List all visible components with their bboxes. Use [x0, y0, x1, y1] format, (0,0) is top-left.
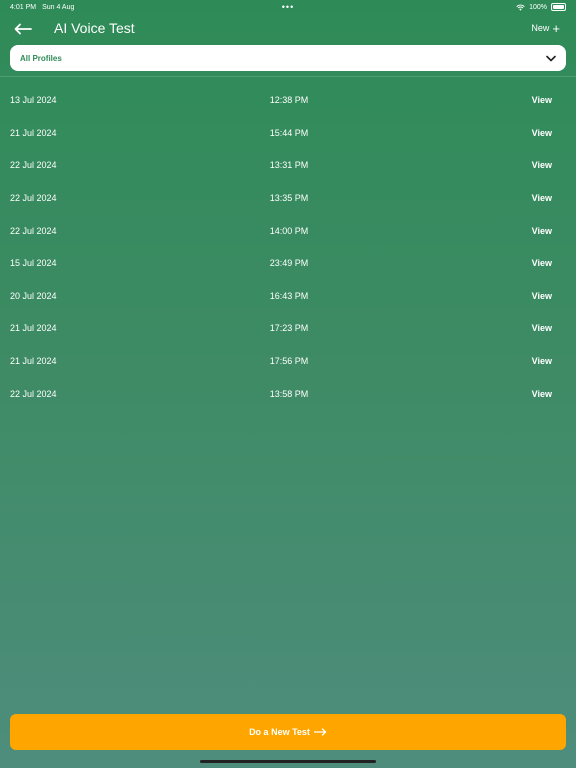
entry-date: 21 Jul 2024: [10, 356, 57, 367]
list-item: 22 Jul 2024 14:00 PM View: [0, 214, 576, 247]
entry-time: 13:35 PM: [269, 193, 309, 204]
back-arrow-icon: [14, 23, 32, 35]
entry-date: 20 Jul 2024: [10, 290, 57, 301]
list-item: 21 Jul 2024 15:44 PM View: [0, 117, 576, 150]
profile-filter-value: All Profiles: [20, 53, 62, 63]
entry-time: 17:56 PM: [269, 356, 309, 367]
list-item: 15 Jul 2024 23:49 PM View: [0, 247, 576, 280]
list-item: 22 Jul 2024 13:31 PM View: [0, 149, 576, 182]
back-button[interactable]: [12, 20, 34, 38]
view-button[interactable]: View: [532, 160, 552, 170]
nav-bar: AI Voice Test New +: [0, 16, 576, 42]
view-button[interactable]: View: [532, 356, 552, 366]
entry-time: 12:38 PM: [269, 95, 309, 106]
list-item: 13 Jul 2024 12:38 PM View: [0, 84, 576, 117]
list-item: 21 Jul 2024 17:23 PM View: [0, 312, 576, 345]
entry-time: 13:58 PM: [269, 388, 309, 399]
entry-date: 21 Jul 2024: [10, 127, 57, 138]
entry-time: 17:23 PM: [269, 323, 309, 334]
entry-time: 13:31 PM: [269, 160, 309, 171]
battery-icon: [551, 3, 566, 11]
entry-date: 22 Jul 2024: [10, 225, 57, 236]
new-test-label: Do a New Test: [249, 727, 310, 737]
arrow-right-icon: [313, 728, 327, 736]
entry-date: 15 Jul 2024: [10, 258, 57, 269]
entry-date: 13 Jul 2024: [10, 95, 57, 106]
list-item: 22 Jul 2024 13:35 PM View: [0, 182, 576, 215]
divider: [0, 76, 576, 77]
entry-time: 16:43 PM: [269, 290, 309, 301]
view-button[interactable]: View: [532, 258, 552, 268]
new-button[interactable]: New +: [531, 20, 560, 36]
view-button[interactable]: View: [532, 128, 552, 138]
new-label: New: [531, 23, 550, 33]
entry-date: 22 Jul 2024: [10, 388, 57, 399]
entry-date: 21 Jul 2024: [10, 323, 57, 334]
multitask-dots[interactable]: •••: [282, 2, 294, 12]
battery-percent: 100%: [529, 3, 547, 11]
status-date: Sun 4 Aug: [42, 3, 75, 11]
view-button[interactable]: View: [532, 291, 552, 301]
new-test-button[interactable]: Do a New Test: [10, 714, 566, 750]
home-indicator[interactable]: [200, 760, 376, 763]
view-button[interactable]: View: [532, 95, 552, 105]
list-item: 21 Jul 2024 17:56 PM View: [0, 345, 576, 378]
status-left: 4:01 PM Sun 4 Aug: [10, 4, 74, 11]
test-history-list: 13 Jul 2024 12:38 PM View 21 Jul 2024 15…: [0, 84, 576, 410]
view-button[interactable]: View: [532, 389, 552, 399]
wifi-icon: [516, 4, 525, 11]
status-bar: 4:01 PM Sun 4 Aug ••• 100%: [0, 0, 576, 14]
view-button[interactable]: View: [532, 323, 552, 333]
page-title: AI Voice Test: [54, 20, 135, 36]
status-time: 4:01 PM: [10, 3, 37, 11]
entry-time: 14:00 PM: [269, 225, 309, 236]
entry-time: 15:44 PM: [269, 127, 309, 138]
list-item: 22 Jul 2024 13:58 PM View: [0, 377, 576, 410]
plus-icon: +: [552, 20, 560, 36]
entry-date: 22 Jul 2024: [10, 160, 57, 171]
view-button[interactable]: View: [532, 193, 552, 203]
entry-time: 23:49 PM: [269, 258, 309, 269]
list-item: 20 Jul 2024 16:43 PM View: [0, 280, 576, 313]
profile-filter-dropdown[interactable]: All Profiles: [10, 45, 566, 71]
view-button[interactable]: View: [532, 226, 552, 236]
entry-date: 22 Jul 2024: [10, 193, 57, 204]
status-right: 100%: [516, 3, 566, 11]
chevron-down-icon: [546, 55, 556, 61]
